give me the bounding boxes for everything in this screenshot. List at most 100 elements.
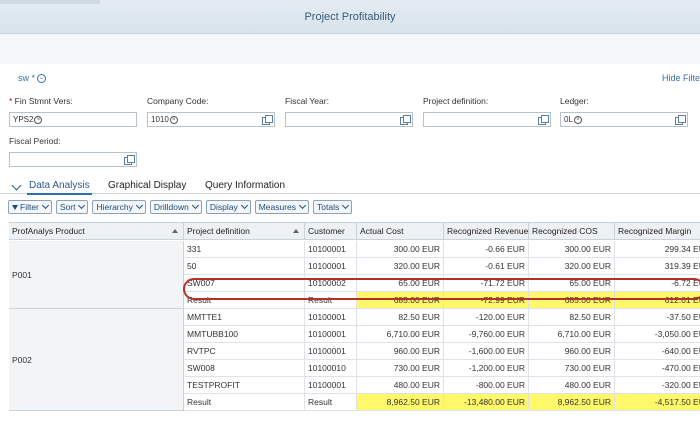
table-cell: 10100002 — [305, 275, 357, 292]
filter-label-fiscal-period: Fiscal Period: — [9, 136, 61, 146]
chevron-down-icon — [41, 201, 49, 210]
hide-filter-link[interactable]: Hide Filte — [662, 73, 700, 83]
table-cell[interactable]: TESTPROFIT — [184, 377, 305, 394]
table-cell[interactable]: SW008 — [184, 360, 305, 377]
column-header[interactable]: Recognized Revenue — [444, 223, 529, 240]
column-header[interactable]: Recognized Margin — [615, 223, 700, 240]
sort-icon[interactable] — [172, 229, 178, 233]
column-header[interactable]: ProfAnalys Product — [9, 223, 184, 240]
chevron-down-icon — [342, 201, 350, 210]
fiscal-year-field[interactable] — [285, 112, 413, 127]
table-cell[interactable]: RVTPC — [184, 343, 305, 360]
remove-token-icon[interactable]: × — [34, 115, 43, 124]
table-cell: -800.00 EUR — [444, 377, 529, 394]
table-cell: 319.39 EUR — [615, 258, 700, 275]
column-header[interactable]: Project definition — [184, 223, 305, 240]
table-cell: 320.00 EUR — [529, 258, 615, 275]
result-cell: 685.00 EUR — [529, 292, 615, 309]
product-group-label: P001 — [9, 241, 184, 309]
column-header[interactable]: Customer — [305, 223, 357, 240]
table-cell[interactable]: 331 — [184, 241, 305, 258]
chevron-down-icon — [240, 201, 248, 210]
company-code-field[interactable]: 1010 × — [147, 112, 275, 127]
result-cell: -13,480.00 EUR — [444, 394, 529, 411]
table-cell: -320.00 EUR — [615, 377, 700, 394]
table-cell: -120.00 EUR — [444, 309, 529, 326]
table-cell: -3,050.00 EUR — [615, 326, 700, 343]
result-cell: 685.00 EUR — [357, 292, 444, 309]
result-cell: Result — [305, 292, 357, 309]
value-help-icon[interactable] — [675, 115, 686, 125]
result-cell: Result — [184, 292, 305, 309]
table-cell: -640.00 EUR — [615, 343, 700, 360]
display-button[interactable]: Display — [205, 200, 251, 214]
table-cell: 300.00 EUR — [529, 241, 615, 258]
sort-icon[interactable] — [293, 229, 299, 233]
filter-button[interactable]: Filter — [8, 200, 52, 214]
table-cell: -0.61 EUR — [444, 258, 529, 275]
table-cell: 6,710.00 EUR — [529, 326, 615, 343]
filter-label-project-definition: Project definition: — [423, 96, 489, 106]
table-cell[interactable]: MMTTE1 — [184, 309, 305, 326]
table-cell: 10100010 — [305, 360, 357, 377]
variant-selector[interactable]: sw * ⌄ — [18, 73, 47, 83]
table-cell[interactable]: MMTUBB100 — [184, 326, 305, 343]
tab-bar: Data Analysis Graphical Display Query In… — [0, 178, 700, 195]
table-cell: 82.50 EUR — [529, 309, 615, 326]
results-grid: ProfAnalys Product Project definition Cust… — [9, 222, 700, 423]
tab-graphical-display[interactable]: Graphical Display — [108, 180, 186, 191]
result-cell: 8,962.50 EUR — [529, 394, 615, 411]
table-cell: 10100001 — [305, 326, 357, 343]
filter-label-ledger: Ledger: — [560, 96, 589, 106]
filter-icon — [12, 204, 18, 210]
value-help-icon[interactable] — [262, 115, 273, 125]
ledger-field[interactable]: 0L × — [560, 112, 688, 127]
table-cell: 65.00 EUR — [529, 275, 615, 292]
filter-token[interactable]: 0L × — [564, 115, 582, 124]
column-header[interactable]: Actual Cost — [357, 223, 444, 240]
result-cell: 612.01 EUR — [615, 292, 700, 309]
result-cell: -72.99 EUR — [444, 292, 529, 309]
tab-data-analysis[interactable]: Data Analysis — [27, 180, 92, 195]
remove-token-icon[interactable]: × — [573, 115, 582, 124]
fiscal-period-field[interactable] — [9, 152, 137, 167]
table-cell: 480.00 EUR — [357, 377, 444, 394]
value-help-icon[interactable] — [400, 115, 411, 125]
variant-name: sw * — [18, 73, 36, 83]
result-cell: Result — [305, 394, 357, 411]
filter-token[interactable]: YPS2 × — [13, 115, 43, 124]
product-group-label: P002 — [9, 309, 184, 411]
table-cell: -1,600.00 EUR — [444, 343, 529, 360]
totals-button[interactable]: Totals — [313, 200, 353, 214]
column-header[interactable]: Recognized COS — [529, 223, 615, 240]
measures-button[interactable]: Measures — [254, 200, 310, 214]
result-cell: 8,962.50 EUR — [357, 394, 444, 411]
table-cell: 10100001 — [305, 258, 357, 275]
table-cell: 730.00 EUR — [357, 360, 444, 377]
value-help-icon[interactable] — [124, 155, 135, 165]
remove-token-icon[interactable]: × — [169, 115, 178, 124]
fin-stmnt-vers-field[interactable]: YPS2 × — [9, 112, 137, 127]
table-cell: 730.00 EUR — [529, 360, 615, 377]
table-cell: 82.50 EUR — [357, 309, 444, 326]
table-cell: -1,200.00 EUR — [444, 360, 529, 377]
table-cell: 10100001 — [305, 377, 357, 394]
table-cell: -37.50 EUR — [615, 309, 700, 326]
table-cell: 320.00 EUR — [357, 258, 444, 275]
drilldown-button[interactable]: Drilldown — [149, 200, 202, 214]
table-cell[interactable]: SW007 — [184, 275, 305, 292]
hierarchy-button[interactable]: Hierarchy — [92, 200, 146, 214]
tab-query-information[interactable]: Query Information — [205, 180, 285, 191]
app-title: Project Profitability — [304, 11, 396, 23]
filter-label-fiscal-year: Fiscal Year: — [285, 96, 329, 106]
table-cell: 6,710.00 EUR — [357, 326, 444, 343]
sort-button[interactable]: Sort — [55, 200, 89, 214]
filter-token[interactable]: 1010 × — [151, 115, 178, 124]
chevron-down-icon — [78, 201, 86, 210]
project-definition-field[interactable] — [423, 112, 551, 127]
table-cell[interactable]: 50 — [184, 258, 305, 275]
value-help-icon[interactable] — [538, 115, 549, 125]
table-cell: 10100001 — [305, 241, 357, 258]
analysis-toolbar: Filter Sort Hierarchy Drilldown Display … — [8, 200, 353, 214]
chevron-down-icon — [191, 201, 199, 210]
